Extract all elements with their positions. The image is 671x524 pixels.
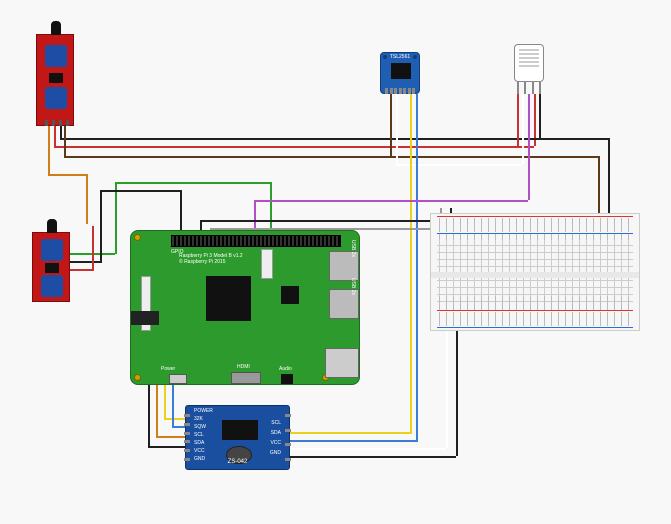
pin-header-icon — [285, 414, 291, 461]
usb-label: USB 2x — [350, 240, 356, 257]
potentiometer-icon — [45, 87, 67, 109]
wire-orange — [86, 174, 88, 224]
wire-blue — [290, 440, 418, 442]
ram-chip-icon — [281, 286, 299, 304]
wire-red — [92, 226, 94, 270]
pin-header-icon — [184, 414, 190, 461]
wire-orange — [156, 436, 186, 438]
wire-red — [54, 126, 56, 146]
aux-pin-label: VCC — [194, 448, 205, 454]
soc-chip-icon — [206, 276, 251, 321]
wire-black — [148, 446, 186, 448]
power-label: Power — [161, 366, 175, 372]
wire-black — [180, 190, 182, 234]
wire-yellow — [410, 94, 412, 434]
ic-chip-icon — [49, 73, 63, 83]
wire-white — [396, 164, 522, 166]
aux-pin-label: SCL — [194, 432, 204, 438]
aux-pin-label: SDA — [194, 440, 204, 446]
pin-header-icon — [45, 120, 69, 126]
wire-orange — [48, 126, 50, 176]
raspberry-pi-board: Raspberry Pi 3 Model B v1.2 © Raspberry … — [130, 230, 360, 385]
aux-pin-label: VCC — [270, 440, 281, 446]
wire-black — [60, 126, 62, 138]
ic-chip-icon — [222, 420, 258, 440]
wire-brown — [388, 156, 598, 158]
gpio-header-icon — [171, 235, 341, 247]
audio-jack-icon — [281, 374, 293, 384]
i2c-sensor-label: TSL2561 — [381, 54, 419, 60]
board-copyright-label: © Raspberry Pi 2015 — [179, 259, 225, 265]
gpio-label: GPIO — [171, 249, 184, 255]
wiring-diagram-canvas: TSL2561 Raspberry Pi 3 M — [0, 0, 671, 524]
wire-white — [522, 94, 524, 164]
mounting-hole-icon — [134, 374, 141, 381]
ic-chip-icon — [391, 63, 411, 79]
wire-white — [396, 94, 398, 164]
wire-green — [115, 182, 271, 184]
power-rail-icon — [437, 312, 633, 326]
wire-yellow — [164, 418, 186, 420]
sensor-module-top — [36, 34, 74, 126]
power-rail-icon — [437, 218, 633, 232]
wire-red — [70, 269, 94, 271]
wire-black — [290, 456, 456, 458]
aux-subtitle: POWER — [194, 408, 213, 414]
wire-orange — [48, 174, 86, 176]
dht-sensor — [514, 44, 544, 94]
aux-pin-label: SQW — [194, 424, 206, 430]
aux-module-label: ZS-042 — [186, 459, 289, 465]
camera-connector-icon — [261, 249, 273, 279]
wire-black — [100, 190, 180, 192]
sensor-module-bottom — [32, 232, 70, 302]
wire-purple — [254, 200, 528, 202]
aux-module: POWER 32K SQW SCL SDA VCC GND SCL SDA VC… — [185, 405, 290, 470]
sensor-probe-icon — [51, 21, 61, 35]
potentiometer-icon — [41, 275, 63, 297]
sd-slot-icon — [131, 311, 159, 325]
wire-black — [200, 220, 452, 222]
pin-header-icon — [517, 82, 541, 94]
wire-brown — [64, 156, 390, 158]
potentiometer-icon — [41, 239, 63, 261]
micro-usb-icon — [169, 374, 187, 384]
ic-chip-icon — [45, 263, 59, 273]
i2c-sensor-module: TSL2561 — [380, 52, 420, 94]
wire-black — [60, 138, 608, 140]
wire-black — [539, 94, 541, 138]
mounting-hole-icon — [134, 234, 141, 241]
pin-header-icon — [385, 88, 415, 94]
wire-green — [115, 182, 117, 254]
usb-label: USB 2x — [350, 278, 356, 295]
audio-label: Audio — [279, 366, 292, 372]
hdmi-label: HDMI — [237, 364, 250, 370]
ethernet-port-icon — [325, 348, 359, 378]
breadboard — [430, 213, 640, 331]
wire-purple — [528, 94, 530, 200]
wire-brown — [598, 156, 600, 216]
aux-pin-label: SCL — [271, 420, 281, 426]
center-gap-icon — [431, 272, 639, 278]
power-rail-icon — [437, 296, 633, 310]
wire-black — [608, 138, 610, 216]
wire-yellow — [290, 432, 410, 434]
dht-grill-icon — [519, 49, 539, 67]
wire-brown — [390, 94, 392, 156]
dht-body-icon — [514, 44, 544, 82]
wire-green — [270, 182, 272, 234]
hdmi-port-icon — [231, 372, 261, 384]
wire-blue — [416, 94, 418, 442]
aux-pin-label: 32K — [194, 416, 203, 422]
aux-pin-label: GND — [270, 450, 281, 456]
sensor-probe-icon — [47, 219, 57, 233]
wire-red — [517, 94, 519, 146]
wire-black — [70, 261, 102, 263]
aux-pin-label: SDA — [271, 430, 281, 436]
wire-brown — [64, 126, 66, 156]
wire-red — [54, 146, 534, 148]
wire-black — [100, 190, 102, 262]
wire-white — [290, 448, 446, 450]
potentiometer-icon — [45, 45, 67, 67]
